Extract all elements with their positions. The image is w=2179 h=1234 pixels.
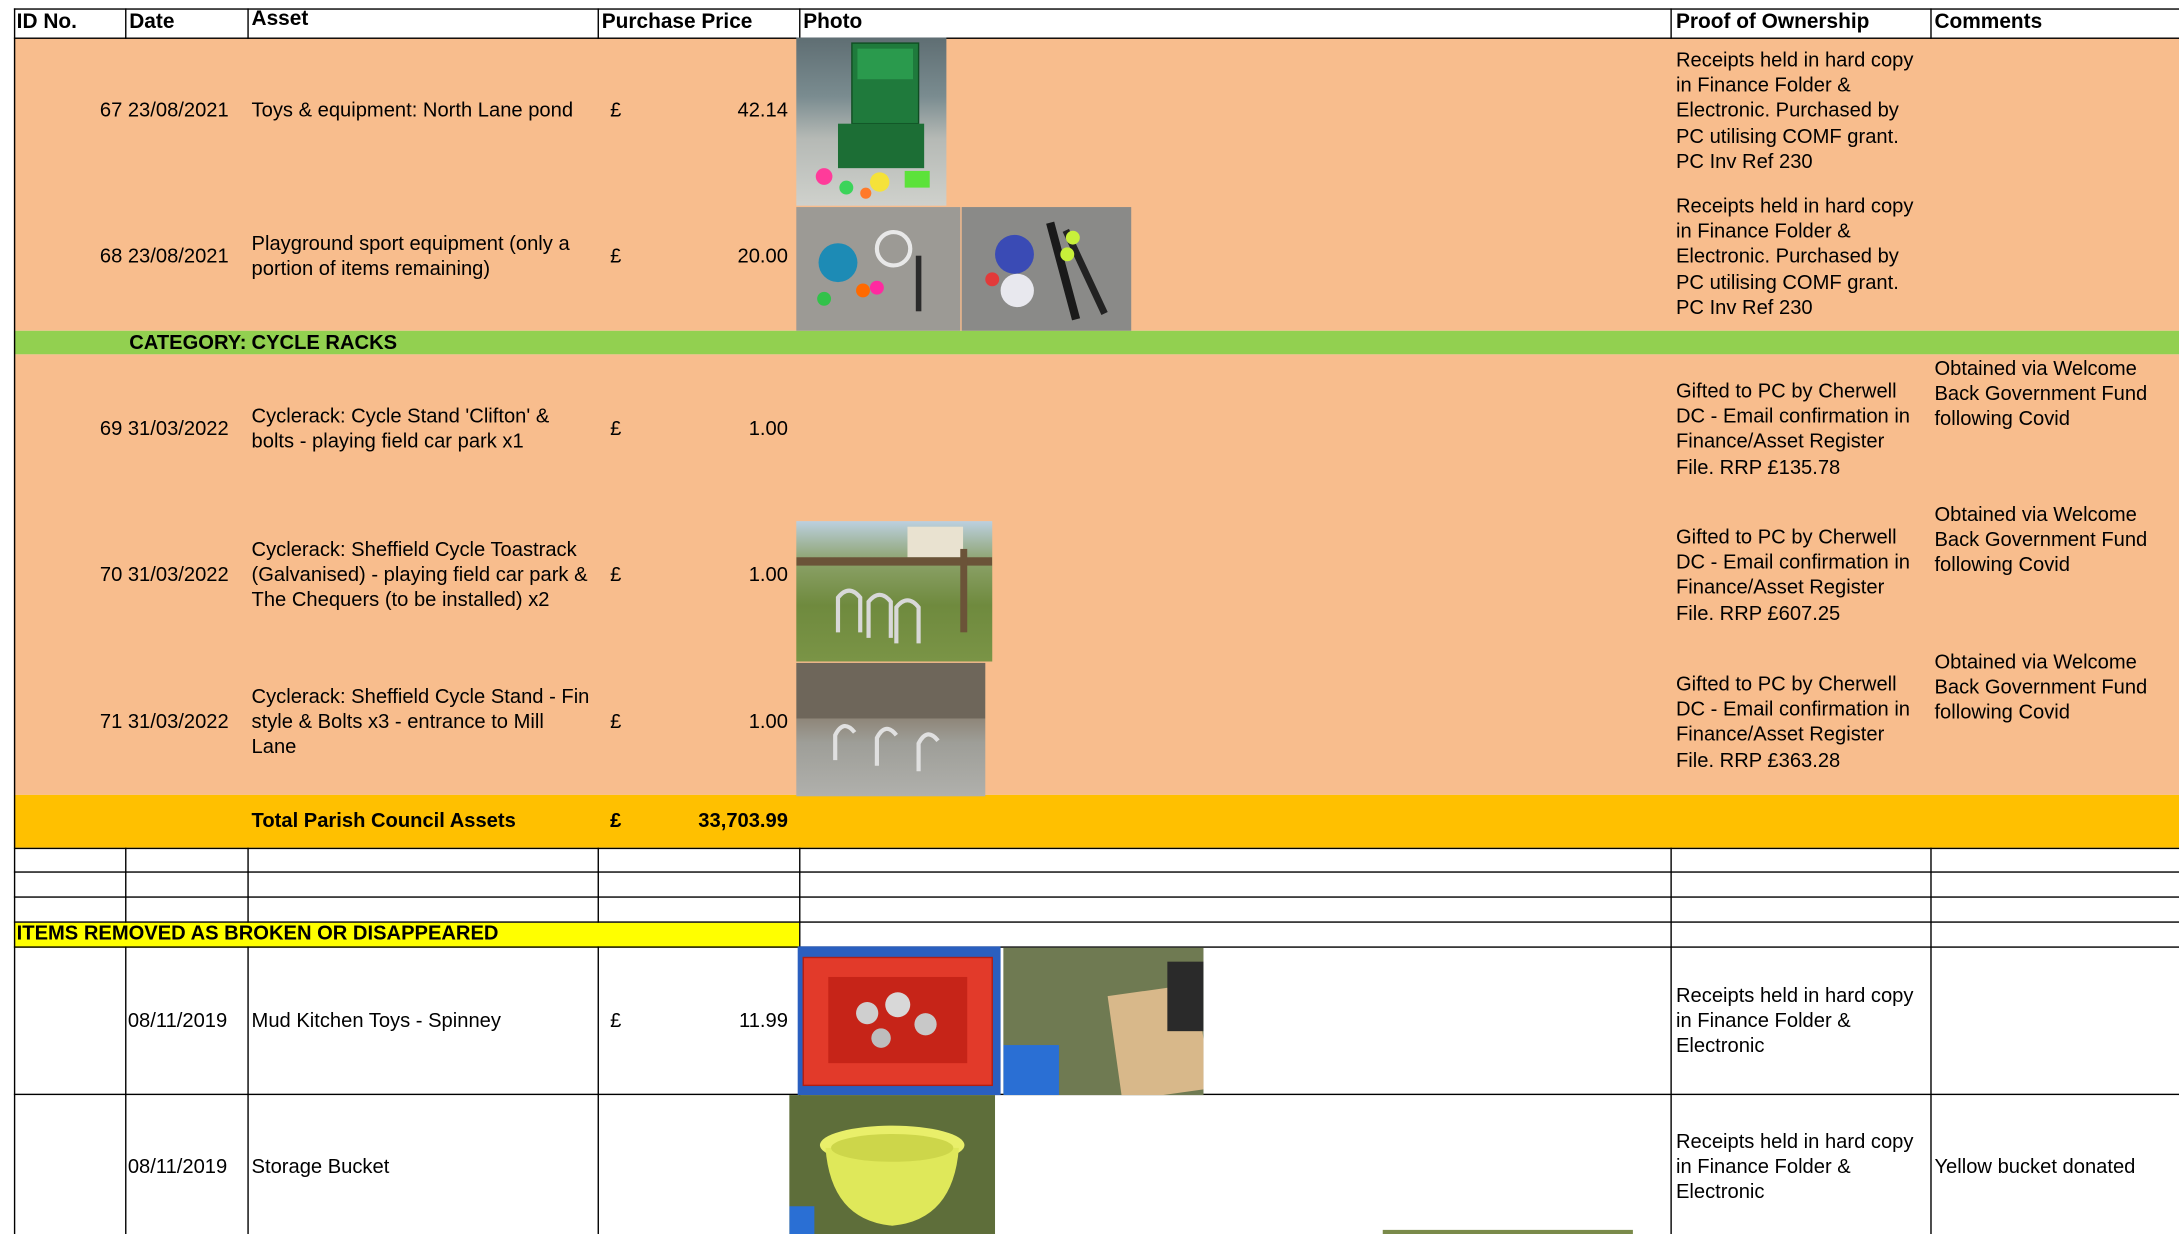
row-price: 1.00 — [748, 418, 788, 441]
photo-fin-stand — [796, 662, 986, 797]
row-currency: £ — [610, 564, 622, 587]
cycle-rack-icon — [796, 662, 986, 772]
row-date: 31/03/2022 — [127, 418, 229, 441]
row-date: 31/03/2022 — [127, 711, 229, 734]
header-id: ID No. — [16, 9, 77, 34]
removed-date: 08/11/2019 — [127, 1010, 228, 1033]
grid-line — [13, 37, 2179, 39]
grid-line — [247, 8, 249, 39]
row-currency: £ — [610, 245, 622, 269]
mud-kitchen-toys-icon — [802, 956, 993, 1087]
grid-line — [1670, 847, 1672, 1234]
grid-line — [597, 946, 599, 1234]
category-value: CYCLE RACKS — [251, 332, 398, 355]
header-date: Date — [129, 9, 175, 34]
grid-line — [799, 8, 801, 39]
grid-line — [247, 847, 249, 923]
row-date: 31/03/2022 — [127, 564, 229, 587]
photo-partial-bottom — [1382, 1229, 1633, 1234]
balls-and-bats-icon — [985, 221, 1108, 321]
asset-register-sheet: ID No. Date Asset Purchase Price Photo P… — [0, 0, 2179, 1234]
grid-line — [13, 896, 2179, 898]
row-proof: Gifted to PC by Cherwell DC - Email conf… — [1675, 380, 1911, 479]
row-comments: Obtained via Welcome Back Government Fun… — [1934, 651, 2148, 725]
grid-line — [125, 946, 127, 1234]
grid-line — [125, 847, 127, 923]
header-photo: Photo — [803, 9, 863, 34]
row-asset: Cyclerack: Sheffield Cycle Toastrack (Ga… — [251, 539, 588, 613]
removed-comments: Yellow bucket donated — [1934, 1156, 2136, 1179]
header-purchase-price: Purchase Price — [601, 9, 753, 34]
spinney-ground-icon — [1003, 961, 1204, 1096]
row-proof: Gifted to PC by Cherwell DC - Email conf… — [1675, 526, 1911, 625]
removed-currency: £ — [610, 1010, 622, 1033]
pond-toys-box-icon — [815, 42, 930, 199]
photo-sport-equipment-2 — [961, 207, 1132, 331]
photo-pond-toys-box — [796, 37, 947, 206]
category-label: CATEGORY: — [129, 332, 247, 355]
row-price: 1.00 — [748, 564, 788, 587]
total-value: 33,703.99 — [698, 810, 788, 833]
row-asset: Cyclerack: Sheffield Cycle Stand - Fin s… — [251, 686, 590, 760]
grid-line — [1930, 847, 1932, 1234]
grid-line — [13, 8, 16, 1234]
cycle-rack-icon — [796, 526, 993, 644]
row-asset: Cyclerack: Cycle Stand 'Clifton' & bolts… — [251, 405, 550, 454]
photo-sport-equipment-1 — [796, 207, 961, 331]
row-asset: Toys & equipment: North Lane pond — [251, 100, 574, 123]
row-currency: £ — [610, 418, 622, 441]
yellow-bucket-icon — [789, 1125, 965, 1234]
row-id: 69 — [99, 418, 123, 441]
header-comments: Comments — [1934, 9, 2043, 34]
row-proof: Gifted to PC by Cherwell DC - Email conf… — [1675, 674, 1911, 773]
photo-storage-bucket — [789, 1095, 996, 1234]
removed-proof: Receipts held in hard copy in Finance Fo… — [1675, 1131, 1914, 1205]
row-date: 23/08/2021 — [127, 100, 229, 123]
removed-heading: ITEMS REMOVED AS BROKEN OR DISAPPEARED — [16, 922, 499, 945]
row-proof: Receipts held in hard copy in Finance Fo… — [1675, 195, 1914, 320]
row-price: 1.00 — [748, 711, 788, 734]
grid-line — [247, 946, 249, 1234]
removed-date: 08/11/2019 — [127, 1156, 228, 1179]
removed-price: 11.99 — [739, 1010, 788, 1033]
header-proof-of-ownership: Proof of Ownership — [1675, 9, 1870, 34]
row-id: 70 — [99, 564, 123, 587]
total-currency: £ — [610, 810, 622, 833]
row-currency: £ — [610, 100, 622, 123]
grid-line — [597, 8, 599, 39]
row-proof: Receipts held in hard copy in Finance Fo… — [1675, 50, 1914, 174]
grid-line — [1670, 8, 1672, 39]
removed-asset: Storage Bucket — [251, 1156, 390, 1179]
row-id: 68 — [99, 245, 123, 269]
row-date: 23/08/2021 — [127, 245, 229, 269]
row-comments: Obtained via Welcome Back Government Fun… — [1934, 504, 2148, 578]
removed-proof: Receipts held in hard copy in Finance Fo… — [1675, 985, 1914, 1059]
sport-equipment-icon — [817, 229, 922, 312]
photo-spinney — [1003, 947, 1204, 1096]
row-asset: Playground sport equipment (only a porti… — [251, 233, 570, 282]
row-currency: £ — [610, 711, 622, 734]
row-comments: Obtained via Welcome Back Government Fun… — [1934, 358, 2148, 432]
grid-line — [13, 871, 2179, 873]
removed-asset: Mud Kitchen Toys - Spinney — [251, 1010, 501, 1033]
photo-toastrack — [796, 521, 993, 662]
row-id: 71 — [99, 711, 123, 734]
grid-line — [597, 847, 599, 923]
grid-line — [13, 847, 2179, 850]
row-price: 42.14 — [737, 100, 788, 123]
grid-line — [125, 8, 127, 39]
total-label: Total Parish Council Assets — [251, 810, 516, 833]
header-asset: Asset — [251, 6, 309, 31]
grid-line — [1930, 8, 1932, 39]
row-price: 20.00 — [737, 245, 788, 269]
photo-mud-kitchen-box — [797, 946, 1001, 1096]
row-id: 67 — [99, 100, 123, 123]
